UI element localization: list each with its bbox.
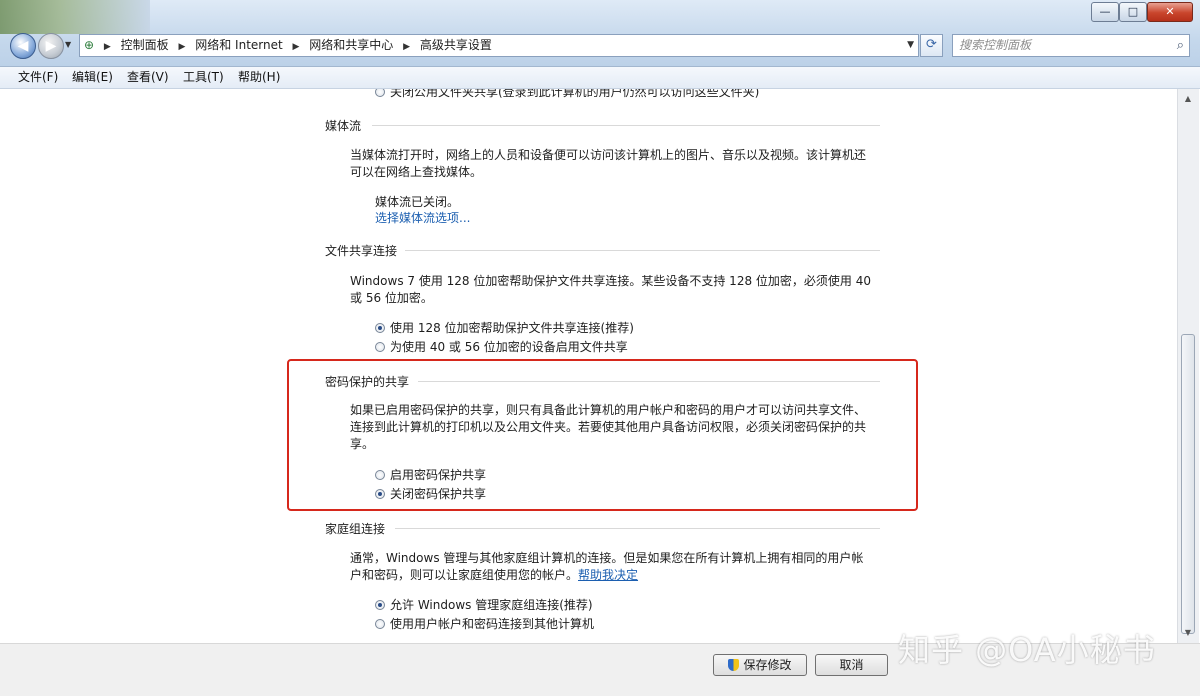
scroll-down-icon[interactable]: ▼ <box>1180 625 1196 641</box>
uac-shield-icon <box>728 659 740 671</box>
breadcrumb-control-panel[interactable]: 控制面板 <box>121 38 169 52</box>
breadcrumb-separator-icon[interactable]: ▶ <box>403 42 410 52</box>
breadcrumb-separator-icon[interactable]: ▶ <box>178 42 185 52</box>
breadcrumb-network-sharing-center[interactable]: 网络和共享中心 <box>309 38 393 52</box>
menu-tools[interactable]: 工具(T) <box>183 67 224 88</box>
section-title-file-sharing: 文件共享连接 <box>325 244 398 258</box>
back-button[interactable]: ◀ <box>10 33 36 59</box>
menu-file[interactable]: 文件(F) <box>18 67 58 88</box>
background-thumbnail <box>0 0 150 34</box>
radio-label: 为使用 40 或 56 位加密的设备启用文件共享 <box>390 340 628 354</box>
scroll-thumb[interactable] <box>1181 334 1195 634</box>
save-changes-button[interactable]: 保存修改 <box>713 654 807 676</box>
radio-windows-manage[interactable]: 允许 Windows 管理家庭组连接(推荐) <box>375 596 593 613</box>
radio-40-56bit[interactable]: 为使用 40 或 56 位加密的设备启用文件共享 <box>375 338 628 355</box>
menu-bar: 文件(F) 编辑(E) 查看(V) 工具(T) 帮助(H) <box>0 67 1200 89</box>
radio-button-selected[interactable] <box>375 322 385 333</box>
search-placeholder: 搜索控制面板 <box>959 38 1032 52</box>
search-input[interactable]: 搜索控制面板 ⌕ <box>952 34 1190 57</box>
refresh-button[interactable]: ⟳ <box>920 34 943 57</box>
media-description: 当媒体流打开时，网络上的人员和设备便可以访问该计算机上的图片、音乐以及视频。该计… <box>350 148 867 179</box>
radio-user-account[interactable]: 使用用户帐户和密码连接到其他计算机 <box>375 615 594 632</box>
divider <box>405 250 880 251</box>
menu-view[interactable]: 查看(V) <box>127 67 169 88</box>
radio-button-selected[interactable] <box>375 599 385 610</box>
network-folder-icon: ⊕ <box>84 38 95 52</box>
media-options-link[interactable]: 选择媒体流选项... <box>375 209 470 226</box>
divider <box>372 125 880 126</box>
close-button[interactable]: ✕ <box>1147 2 1193 22</box>
radio-public-folder-off[interactable]: 关闭公用文件夹共享(登录到此计算机的用户仍然可以访问这些文件夹) <box>375 89 759 100</box>
breadcrumb: ⊕ ▶ 控制面板 ▶ 网络和 Internet ▶ 网络和共享中心 ▶ 高级共享… <box>84 35 492 56</box>
file-sharing-description: Windows 7 使用 128 位加密帮助保护文件共享连接。某些设备不支持 1… <box>350 274 871 305</box>
breadcrumb-advanced-sharing[interactable]: 高级共享设置 <box>420 38 492 52</box>
radio-button[interactable] <box>375 341 385 352</box>
section-title-homegroup: 家庭组连接 <box>325 522 386 536</box>
radio-label: 关闭公用文件夹共享(登录到此计算机的用户仍然可以访问这些文件夹) <box>390 89 760 99</box>
radio-label: 使用用户帐户和密码连接到其他计算机 <box>390 617 595 631</box>
breadcrumb-separator-icon[interactable]: ▶ <box>293 42 300 52</box>
arrow-right-icon: ▶ <box>45 38 57 54</box>
radio-128bit[interactable]: 使用 128 位加密帮助保护文件共享连接(推荐) <box>375 319 634 336</box>
menu-help[interactable]: 帮助(H) <box>238 67 280 88</box>
address-bar[interactable]: ⊕ ▶ 控制面板 ▶ 网络和 Internet ▶ 网络和共享中心 ▶ 高级共享… <box>79 34 919 57</box>
save-label: 保存修改 <box>743 658 792 672</box>
help-me-decide-link[interactable]: 帮助我决定 <box>578 568 638 582</box>
highlight-box <box>287 359 918 511</box>
menu-edit[interactable]: 编辑(E) <box>72 67 113 88</box>
breadcrumb-separator-icon[interactable]: ▶ <box>104 42 111 52</box>
forward-button[interactable]: ▶ <box>38 33 64 59</box>
section-title-media: 媒体流 <box>325 119 362 133</box>
maximize-button[interactable]: □ <box>1119 2 1147 22</box>
search-icon[interactable]: ⌕ <box>1177 35 1184 56</box>
radio-button[interactable] <box>375 89 385 97</box>
vertical-scrollbar[interactable]: ▲ ▼ <box>1177 89 1199 643</box>
media-status: 媒体流已关闭。 <box>375 195 460 209</box>
cancel-button[interactable]: 取消 <box>815 654 888 676</box>
watermark: 知乎 @OA小秘书 <box>898 631 1156 669</box>
radio-button[interactable] <box>375 618 385 629</box>
address-dropdown-icon[interactable]: ▼ <box>907 35 914 55</box>
arrow-left-icon: ◀ <box>17 38 29 54</box>
minimize-button[interactable]: — <box>1091 2 1119 22</box>
radio-label: 允许 Windows 管理家庭组连接(推荐) <box>390 598 593 612</box>
scroll-up-icon[interactable]: ▲ <box>1180 91 1196 107</box>
radio-label: 使用 128 位加密帮助保护文件共享连接(推荐) <box>390 321 634 335</box>
homegroup-description: 通常，Windows 管理与其他家庭组计算机的连接。但是如果您在所有计算机上拥有… <box>350 550 875 584</box>
refresh-icon: ⟳ <box>926 37 937 52</box>
divider <box>395 528 880 529</box>
breadcrumb-network-internet[interactable]: 网络和 Internet <box>195 38 282 52</box>
recent-pages-chevron-icon[interactable]: ▼ <box>65 40 71 49</box>
